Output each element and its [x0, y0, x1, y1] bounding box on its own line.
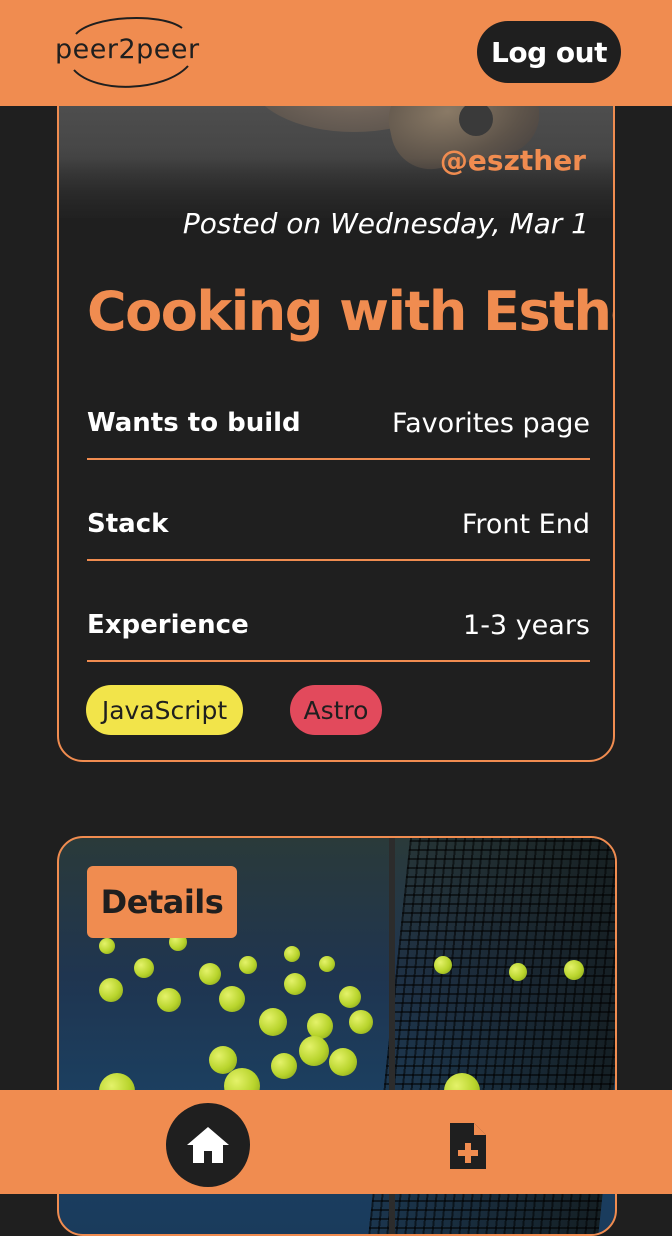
tennis-ball — [299, 1036, 329, 1066]
tennis-ball — [339, 986, 361, 1008]
tennis-ball — [259, 1008, 287, 1036]
tennis-ball — [157, 988, 181, 1012]
tag-javascript: JavaScript — [86, 685, 243, 735]
tennis-ball — [284, 946, 300, 962]
tennis-ball — [329, 1048, 357, 1076]
posted-date: Posted on Wednesday, Mar 1 — [182, 207, 589, 240]
author-handle[interactable]: @eszther — [440, 144, 586, 177]
detail-value: Favorites page — [392, 408, 590, 439]
add-document-icon — [450, 1123, 486, 1169]
tennis-ball — [99, 938, 115, 954]
logout-button[interactable]: Log out — [477, 21, 621, 83]
tennis-ball — [509, 963, 527, 981]
detail-value: Front End — [461, 509, 590, 540]
detail-label: Stack — [87, 509, 169, 539]
tennis-ball — [319, 956, 335, 972]
bottom-nav — [0, 1090, 672, 1194]
detail-label: Wants to build — [87, 408, 301, 438]
details-button[interactable]: Details — [87, 866, 237, 938]
tag-astro: Astro — [290, 685, 382, 735]
tennis-ball — [564, 960, 584, 980]
tennis-ball — [219, 986, 245, 1012]
home-icon — [187, 1127, 229, 1163]
top-header: peer2peer Log out — [0, 0, 672, 106]
tennis-ball — [99, 978, 123, 1002]
tennis-ball — [284, 973, 306, 995]
detail-row-stack: Stack Front End — [87, 497, 590, 561]
detail-label: Experience — [87, 610, 249, 640]
detail-row-experience: Experience 1-3 years — [87, 598, 590, 662]
tennis-ball — [271, 1053, 297, 1079]
card-title: Cooking with Esther — [87, 280, 615, 343]
tennis-ball — [239, 956, 257, 974]
tennis-ball — [349, 1010, 373, 1034]
home-button[interactable] — [166, 1103, 250, 1187]
project-card: @eszther Posted on Wednesday, Mar 1 Cook… — [57, 60, 615, 762]
logo[interactable]: peer2peer — [52, 14, 200, 92]
detail-value: 1-3 years — [463, 610, 590, 641]
tennis-ball — [307, 1013, 333, 1039]
tennis-ball — [199, 963, 221, 985]
logo-text: peer2peer — [55, 34, 200, 65]
tennis-ball — [134, 958, 154, 978]
tennis-ball — [434, 956, 452, 974]
add-project-button[interactable] — [446, 1120, 490, 1172]
detail-row-wants-to-build: Wants to build Favorites page — [87, 396, 590, 460]
